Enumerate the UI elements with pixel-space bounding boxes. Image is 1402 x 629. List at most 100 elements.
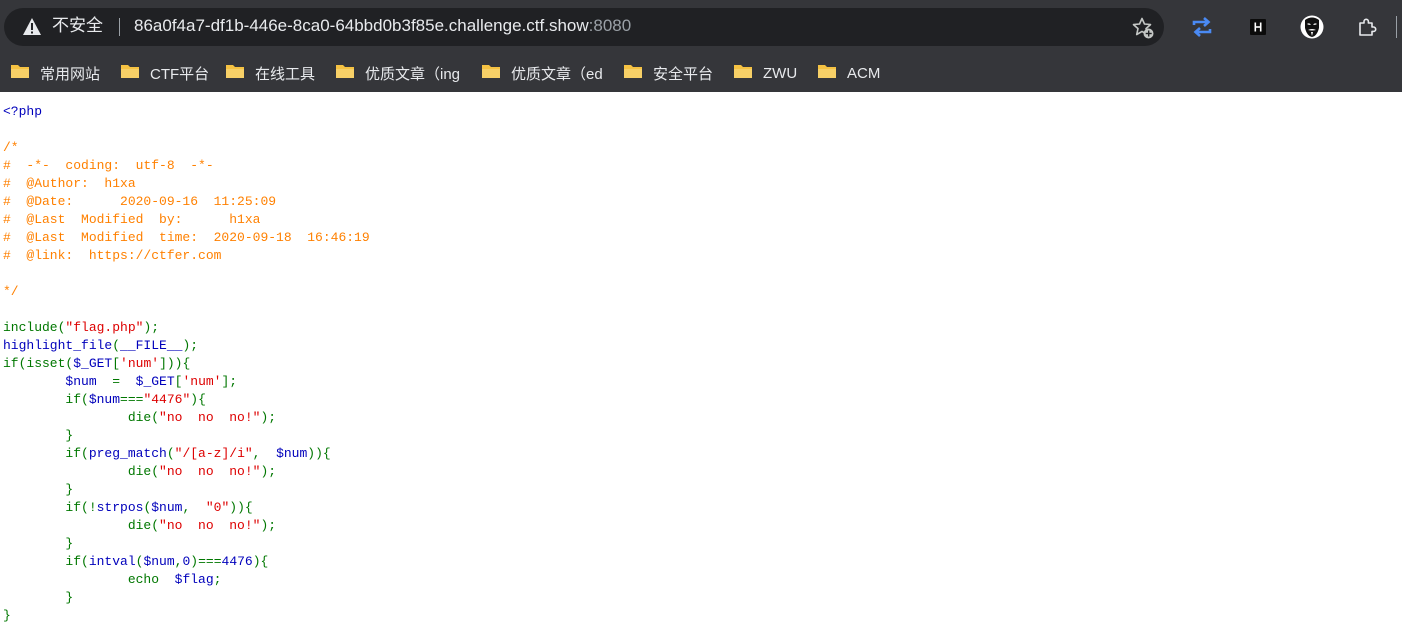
url-host: 86a0f4a7-df1b-446e-8ca0-64bbd0b3f85e.cha… (134, 16, 589, 35)
code-line: die("no no no!"); (3, 409, 370, 427)
code-token: intval (88, 554, 136, 569)
code-token: ; (213, 572, 222, 587)
code-token: 'num' (120, 356, 160, 371)
folder-icon (335, 63, 365, 83)
url-port: :8080 (588, 16, 632, 35)
code-line: die("no no no!"); (3, 463, 370, 481)
add-favorite-icon[interactable] (1131, 16, 1155, 40)
code-line: } (3, 481, 370, 499)
code-line: if(!strpos($num, "0")){ (3, 499, 370, 517)
bookmark-label: 安全平台 (653, 65, 714, 83)
code-token: , (182, 500, 206, 515)
code-line: <?php (3, 103, 370, 121)
h-extension-icon[interactable] (1246, 15, 1270, 39)
code-token: )=== (190, 554, 222, 569)
bookmark-label: ZWU (763, 64, 798, 82)
code-token: echo (3, 572, 175, 587)
code-token: "no no no!" (159, 518, 261, 533)
address-divider (119, 18, 120, 36)
code-token: "/[a-z]/i" (174, 446, 253, 461)
code-token: # @Date: 2020-09-16 11:25:09 (3, 194, 277, 209)
code-token: ); (260, 464, 277, 479)
code-token: die( (3, 518, 160, 533)
bookmark-folder[interactable]: 优质文章（ing (335, 60, 460, 86)
folder-icon (120, 63, 150, 83)
code-token: __FILE__ (120, 338, 183, 353)
bookmark-folder[interactable]: ZWU (733, 60, 797, 86)
bookmark-folder[interactable]: ACM (817, 60, 880, 86)
code-token: if(isset( (3, 356, 74, 371)
code-line: } (3, 535, 370, 553)
code-line: # -*- coding: utf-8 -*- (3, 157, 370, 175)
code-token: "flag.php" (65, 320, 144, 335)
code-token: if( (3, 554, 89, 569)
code-token: $num (143, 554, 175, 569)
code-token: # @Last Modified time: 2020-09-18 16:46:… (3, 230, 370, 245)
code-token: = (112, 374, 136, 389)
url-text[interactable]: 86a0f4a7-df1b-446e-8ca0-64bbd0b3f85e.cha… (134, 16, 631, 36)
code-token: ])){ (159, 356, 191, 371)
folder-icon (623, 63, 653, 83)
code-token: $num (65, 374, 113, 389)
code-token: # @Last Modified by: h1xa (3, 212, 261, 227)
code-line: # @Date: 2020-09-16 11:25:09 (3, 193, 370, 211)
code-line: } (3, 589, 370, 607)
bookmark-folder[interactable]: CTF平台 (120, 60, 209, 86)
anonymous-mask-icon[interactable] (1300, 15, 1324, 39)
bookmark-label: 优质文章（ed (511, 65, 603, 83)
code-token: )){ (307, 446, 331, 461)
code-token: if(! (3, 500, 97, 515)
code-line: */ (3, 283, 370, 301)
code-token: $flag (174, 572, 214, 587)
security-label[interactable]: 不安全 (52, 16, 103, 36)
code-token: "no no no!" (159, 410, 261, 425)
code-token: )){ (229, 500, 253, 515)
bookmark-folder[interactable]: 安全平台 (623, 60, 713, 86)
code-token: } (3, 608, 11, 623)
code-token: die( (3, 410, 160, 425)
code-token: include( (3, 320, 66, 335)
code-token: highlight_file (3, 338, 113, 353)
code-token: die( (3, 464, 160, 479)
code-token: ]; (221, 374, 238, 389)
code-token: ){ (252, 554, 269, 569)
code-line: } (3, 607, 370, 625)
code-token: if( (3, 446, 89, 461)
bookmarks-bar: 常用网站 CTF平台 在线工具 优质文章（ing 优质文章（ed 安全平台 ZW… (0, 54, 1402, 92)
code-token: preg_match (88, 446, 167, 461)
bookmark-folder[interactable]: 在线工具 (225, 60, 315, 86)
bookmark-label: 在线工具 (255, 65, 316, 83)
code-token: if( (3, 392, 89, 407)
sync-icon[interactable] (1190, 15, 1214, 39)
folder-icon (481, 63, 511, 83)
code-token: $num (276, 446, 308, 461)
extensions-icon[interactable] (1355, 15, 1379, 39)
bookmark-folder[interactable]: 常用网站 (10, 60, 100, 86)
warning-icon[interactable] (22, 17, 42, 37)
code-token: strpos (96, 500, 144, 515)
folder-icon (817, 63, 847, 83)
code-line: } (3, 427, 370, 445)
address-bar[interactable]: 不安全 86a0f4a7-df1b-446e-8ca0-64bbd0b3f85e… (4, 8, 1164, 46)
code-token: /* (3, 140, 19, 155)
code-token: ); (260, 410, 277, 425)
code-token: ( (166, 446, 175, 461)
code-line: die("no no no!"); (3, 517, 370, 535)
code-token: $num (151, 500, 183, 515)
browser-toolbar: 不安全 86a0f4a7-df1b-446e-8ca0-64bbd0b3f85e… (0, 0, 1402, 54)
folder-icon (225, 63, 255, 83)
code-line: if(intval($num,0)===4476){ (3, 553, 370, 571)
bookmark-label: ACM (847, 64, 881, 82)
code-line: highlight_file(__FILE__); (3, 337, 370, 355)
code-line: /* (3, 139, 370, 157)
code-token: 4476 (221, 554, 253, 569)
code-line: echo $flag; (3, 571, 370, 589)
code-line: $num = $_GET['num']; (3, 373, 370, 391)
code-token: $_GET (73, 356, 113, 371)
bookmark-folder[interactable]: 优质文章（ed (481, 60, 603, 86)
code-token: } (3, 482, 74, 497)
